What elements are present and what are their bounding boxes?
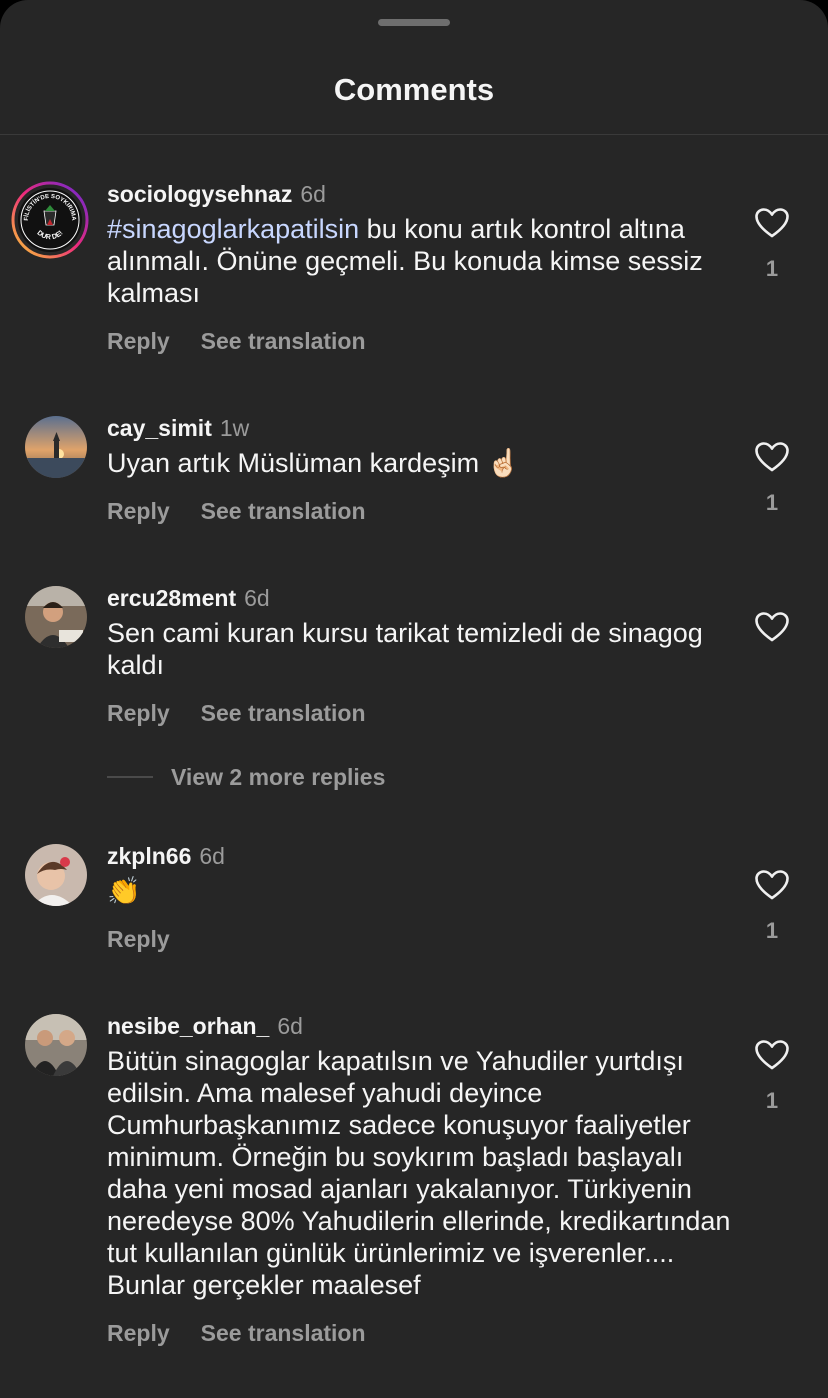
username[interactable]: nesibe_orhan_ xyxy=(107,1013,269,1039)
comment-actions: Reply See translation xyxy=(107,700,738,727)
comment-actions: Reply See translation xyxy=(107,1320,738,1347)
reply-button[interactable]: Reply xyxy=(107,498,170,524)
avatar[interactable] xyxy=(25,844,87,906)
username[interactable]: sociologysehnaz xyxy=(107,181,292,207)
comment-meta: sociologysehnaz 6d xyxy=(107,178,738,210)
timestamp: 6d xyxy=(244,585,270,611)
timestamp: 6d xyxy=(277,1013,303,1039)
hashtag-link[interactable]: #sinagoglarkapatilsin xyxy=(107,214,359,244)
avatar[interactable] xyxy=(25,416,87,478)
like-button[interactable]: 1 xyxy=(754,1040,790,1114)
view-more-replies-button[interactable]: View 2 more replies xyxy=(107,761,385,793)
comment-text: Sen cami kuran kursu tarikat temizledi d… xyxy=(107,618,703,680)
see-translation-button[interactable]: See translation xyxy=(201,700,366,726)
comment-meta: cay_simit 1w xyxy=(107,412,738,444)
like-count: 1 xyxy=(765,918,779,943)
timestamp: 1w xyxy=(219,415,250,441)
comment-text: Uyan artık Müslüman kardeşim ☝🏻 xyxy=(107,448,521,478)
see-translation-button[interactable]: See translation xyxy=(201,1320,366,1346)
comment-text: #sinagoglarkapatilsin bu konu artık kont… xyxy=(107,213,738,309)
reply-button[interactable]: Reply xyxy=(107,328,170,354)
like-button[interactable]: 1 xyxy=(754,208,790,282)
like-count: 1 xyxy=(765,256,779,281)
page-title: Comments xyxy=(333,72,495,107)
heart-icon xyxy=(755,442,789,472)
timestamp: 6d xyxy=(300,181,326,207)
comments-sheet: Comments FİLİSTİN'DE SOYKIRIMA DUR DE! s… xyxy=(0,0,828,1398)
like-button[interactable]: 1 xyxy=(754,870,790,944)
like-button[interactable]: 1 xyxy=(754,442,790,516)
avatar-image xyxy=(25,586,87,648)
avatar[interactable]: FİLİSTİN'DE SOYKIRIMA DUR DE! xyxy=(11,181,89,259)
username[interactable]: zkpln66 xyxy=(107,843,191,869)
avatar-image xyxy=(25,416,87,478)
avatar-image xyxy=(25,844,87,906)
comment-meta: zkpln66 6d xyxy=(107,840,738,872)
heart-icon xyxy=(755,870,789,900)
like-button[interactable] xyxy=(754,612,790,642)
see-translation-button[interactable]: See translation xyxy=(201,498,366,524)
header-divider xyxy=(0,134,828,135)
avatar[interactable] xyxy=(25,1014,87,1076)
avatar[interactable] xyxy=(25,586,87,648)
sheet-drag-handle[interactable] xyxy=(378,19,450,26)
username[interactable]: ercu28ment xyxy=(107,585,236,611)
avatar-image: FİLİSTİN'DE SOYKIRIMA DUR DE! xyxy=(11,181,89,259)
comment-meta: nesibe_orhan_ 6d xyxy=(107,1010,738,1042)
comment-actions: Reply See translation xyxy=(107,498,738,525)
like-count: 1 xyxy=(765,1088,779,1113)
comment-meta: ercu28ment 6d xyxy=(107,582,738,614)
like-count: 1 xyxy=(765,490,779,515)
comment-actions: Reply xyxy=(107,926,738,953)
replies-divider-line xyxy=(107,776,153,778)
timestamp: 6d xyxy=(199,843,225,869)
reply-button[interactable]: Reply xyxy=(107,926,170,952)
see-translation-button[interactable]: See translation xyxy=(201,328,366,354)
comment-text: Bütün sinagoglar kapatılsın ve Yahudiler… xyxy=(107,1046,731,1300)
comment-text: 👏 xyxy=(107,876,141,906)
heart-icon xyxy=(755,1040,789,1070)
view-more-replies-label: View 2 more replies xyxy=(171,763,386,790)
heart-icon xyxy=(755,612,789,642)
avatar-image xyxy=(25,1014,87,1076)
comment-actions: Reply See translation xyxy=(107,328,738,355)
reply-button[interactable]: Reply xyxy=(107,700,170,726)
username[interactable]: cay_simit xyxy=(107,415,212,441)
heart-icon xyxy=(755,208,789,238)
reply-button[interactable]: Reply xyxy=(107,1320,170,1346)
